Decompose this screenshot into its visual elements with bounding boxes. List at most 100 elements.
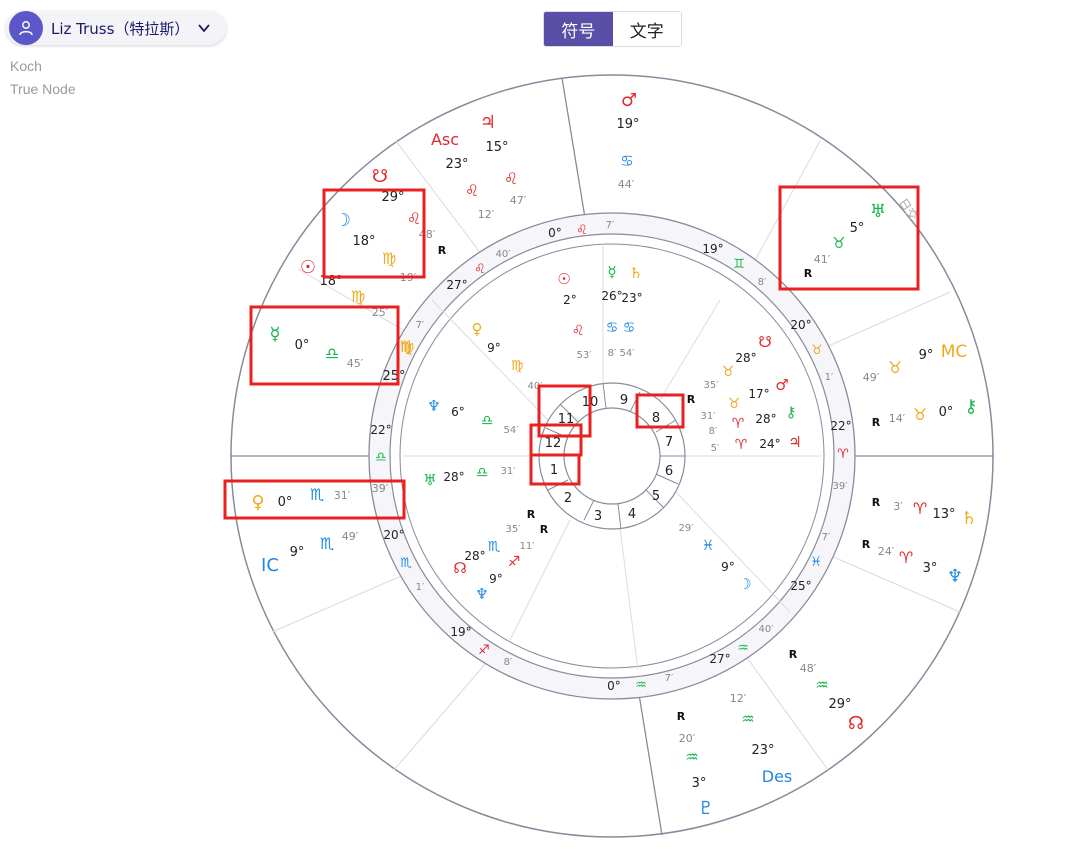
house-6: 6	[665, 464, 673, 479]
svg-text:♈: ♈	[732, 416, 745, 432]
svg-text:♏: ♏	[400, 556, 412, 571]
svg-text:1′: 1′	[416, 582, 425, 593]
svg-text:31′: 31′	[701, 411, 717, 422]
svg-text:0°: 0°	[295, 338, 310, 353]
svg-text:♋: ♋	[623, 320, 636, 336]
svg-text:7′: 7′	[822, 532, 831, 543]
svg-text:☽: ☽	[738, 575, 751, 593]
svg-text:27°: 27°	[709, 652, 730, 666]
aries-icon: ♈	[899, 548, 913, 567]
svg-text:44′: 44′	[618, 178, 635, 191]
svg-text:♍: ♍	[400, 341, 412, 356]
virgo-icon: ♍	[382, 249, 396, 268]
svg-text:7′: 7′	[416, 320, 425, 331]
house-1: 1	[550, 463, 558, 478]
svg-text:45′: 45′	[347, 357, 364, 370]
svg-text:♆: ♆	[475, 585, 488, 603]
svg-text:26°: 26°	[601, 289, 622, 303]
svg-text:☋: ☋	[758, 333, 771, 351]
svg-text:40′: 40′	[496, 249, 512, 260]
aquarius-icon: ♒	[685, 748, 698, 766]
svg-text:53′: 53′	[577, 350, 593, 361]
svg-text:♃: ♃	[788, 433, 801, 451]
svg-text:19°: 19°	[702, 242, 723, 256]
svg-text:♉: ♉	[722, 364, 735, 380]
svg-text:39′: 39′	[833, 481, 849, 492]
svg-text:8′: 8′	[608, 348, 617, 359]
ic-label: IC	[261, 555, 279, 576]
svg-text:☿: ☿	[607, 263, 616, 281]
svg-text:14′: 14′	[889, 412, 906, 425]
svg-text:9°: 9°	[290, 545, 305, 560]
svg-text:8′: 8′	[709, 426, 718, 437]
svg-text:♒: ♒	[737, 641, 749, 656]
house-9: 9	[620, 393, 628, 408]
house-5: 5	[652, 489, 660, 504]
svg-text:1′: 1′	[825, 372, 834, 383]
leo-icon: ♌	[465, 181, 479, 200]
svg-text:R: R	[804, 267, 813, 280]
north-node-icon: ☊	[848, 713, 864, 734]
svg-text:♋: ♋	[606, 320, 619, 336]
svg-text:♌: ♌	[572, 323, 585, 339]
svg-text:♎: ♎	[481, 413, 494, 429]
svg-text:R: R	[540, 523, 549, 536]
south-node-icon: ☋	[372, 166, 388, 187]
scorpio-icon: ♏	[320, 534, 334, 553]
svg-text:28°: 28°	[735, 351, 756, 365]
house-4: 4	[628, 507, 636, 522]
svg-text:41′: 41′	[814, 253, 831, 266]
svg-text:R: R	[438, 244, 447, 257]
svg-text:R: R	[677, 710, 686, 723]
svg-text:20°: 20°	[383, 528, 404, 542]
svg-text:2°: 2°	[563, 293, 577, 307]
svg-text:⚷: ⚷	[786, 403, 797, 421]
svg-text:27°: 27°	[446, 278, 467, 292]
svg-text:23°: 23°	[445, 157, 468, 172]
svg-text:♏: ♏	[488, 539, 501, 555]
svg-text:5°: 5°	[850, 221, 865, 236]
svg-text:♀: ♀	[472, 320, 483, 338]
svg-text:♐: ♐	[508, 554, 521, 570]
mc-label: MC	[941, 342, 968, 362]
svg-text:7′: 7′	[665, 673, 674, 684]
taurus-icon: ♉	[913, 405, 927, 424]
svg-text:24′: 24′	[878, 545, 895, 558]
svg-text:0°: 0°	[278, 495, 293, 510]
svg-text:9°: 9°	[487, 341, 501, 355]
des-label: Des	[762, 767, 793, 786]
svg-text:19°: 19°	[450, 625, 471, 639]
svg-text:R: R	[872, 496, 881, 509]
svg-text:47′: 47′	[510, 194, 527, 207]
svg-text:♎: ♎	[476, 465, 489, 481]
svg-text:3°: 3°	[692, 776, 707, 791]
svg-text:49′: 49′	[342, 530, 359, 543]
svg-text:R: R	[789, 648, 798, 661]
svg-text:17°: 17°	[748, 387, 769, 401]
svg-text:R: R	[862, 538, 871, 551]
svg-text:15°: 15°	[485, 140, 508, 155]
svg-text:8′: 8′	[758, 277, 767, 288]
svg-text:9°: 9°	[489, 572, 503, 586]
house-12: 12	[545, 436, 562, 451]
uranus-icon: ♅	[870, 201, 886, 222]
mars-icon: ♂	[621, 90, 637, 111]
svg-text:12′: 12′	[478, 208, 495, 221]
svg-text:R: R	[687, 393, 696, 406]
svg-text:48′: 48′	[419, 228, 436, 241]
svg-text:♌: ♌	[576, 223, 588, 238]
house-3: 3	[594, 509, 602, 524]
saturn-icon: ♄	[961, 508, 977, 529]
svg-text:♓: ♓	[810, 555, 822, 570]
svg-text:29°: 29°	[828, 697, 851, 712]
svg-text:♐: ♐	[478, 643, 490, 658]
svg-text:♈: ♈	[735, 437, 748, 453]
svg-text:♌: ♌	[474, 262, 486, 277]
svg-text:54′: 54′	[620, 348, 636, 359]
svg-text:3′: 3′	[893, 500, 903, 513]
aquarius-icon: ♒	[741, 710, 754, 728]
pluto-icon: ♇	[698, 798, 714, 819]
svg-text:31′: 31′	[334, 489, 351, 502]
leo-icon: ♌	[504, 169, 518, 188]
svg-text:22°: 22°	[370, 423, 391, 437]
